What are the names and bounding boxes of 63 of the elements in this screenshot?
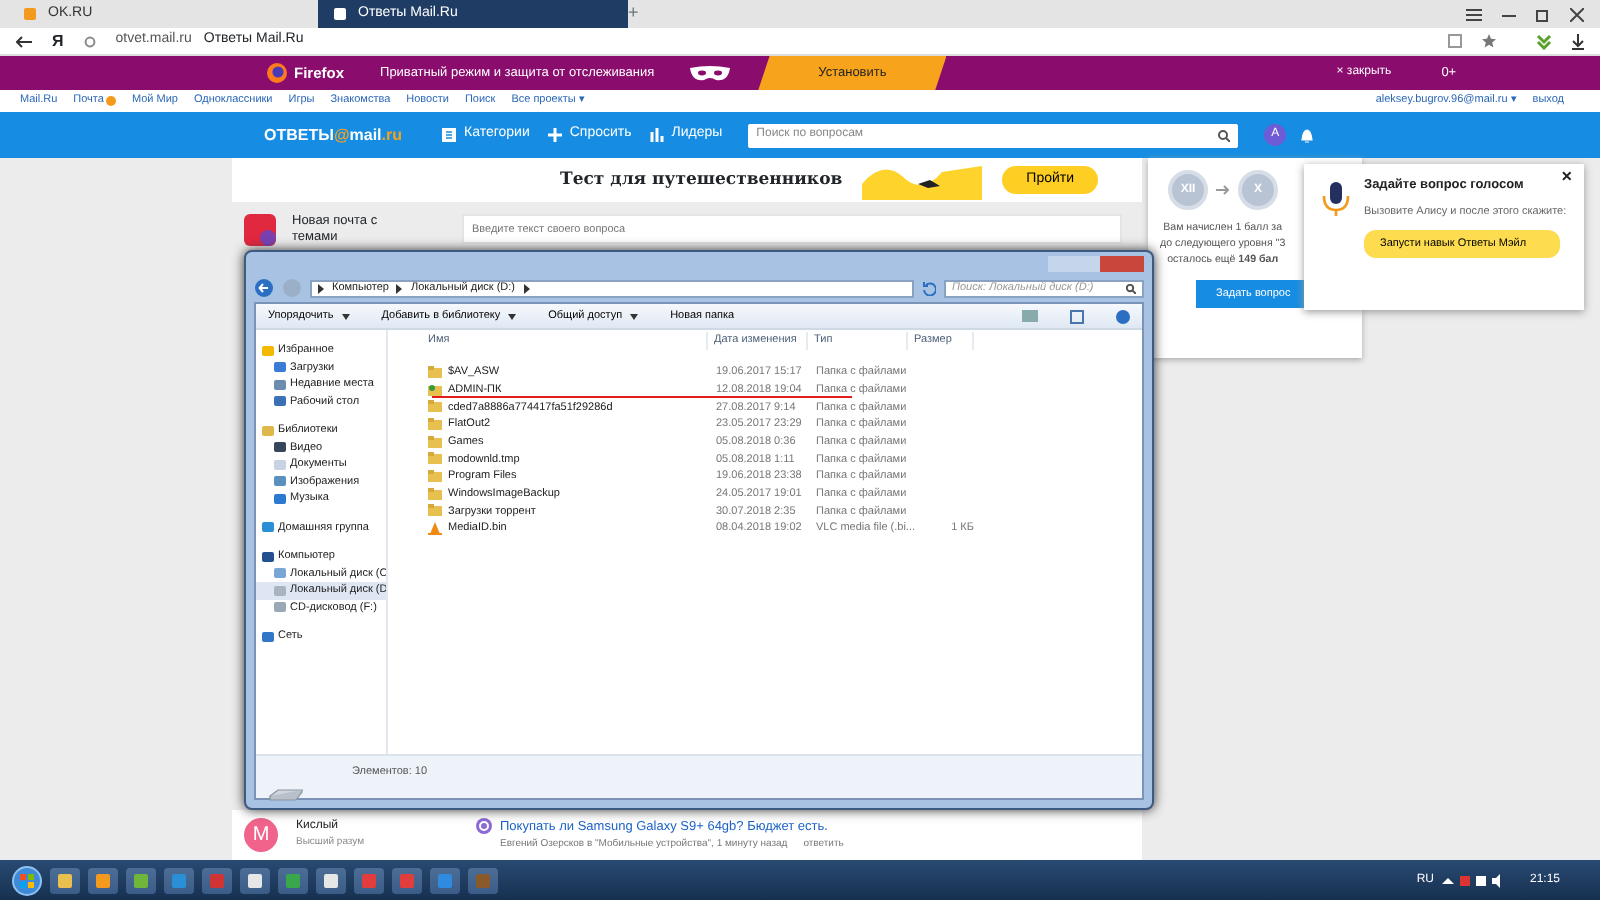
- homegroup-icon: [262, 522, 274, 533]
- reload-icon: [83, 35, 96, 47]
- caret-down-icon: [630, 313, 639, 319]
- new-tab-button[interactable]: +: [628, 0, 639, 28]
- music-icon: [274, 493, 286, 504]
- search-icon: [1126, 283, 1136, 293]
- cd-icon: [274, 602, 286, 613]
- user-folder-icon: [428, 383, 442, 398]
- banner-title: Тест для путешественников: [560, 167, 843, 193]
- caret-down-icon: [508, 313, 517, 319]
- chevron-right-icon[interactable]: [318, 283, 324, 293]
- mail-badge-icon: [105, 96, 116, 106]
- taskbar-app-icon[interactable]: [88, 867, 118, 893]
- star-icon[interactable]: [1482, 34, 1496, 48]
- user-avatar: M: [244, 818, 278, 852]
- site-logo[interactable]: ОТВЕТЫ@mail.ru: [264, 123, 403, 147]
- plus-icon: [547, 128, 562, 142]
- drive-icon: [268, 784, 304, 804]
- back-arrow-icon[interactable]: [16, 35, 32, 47]
- menu-icon: [1466, 7, 1482, 21]
- search-icon: [1218, 129, 1231, 141]
- bell-icon: [1300, 127, 1315, 143]
- chevron-right-icon[interactable]: [396, 283, 403, 293]
- restore-icon: [1536, 7, 1550, 21]
- taskbar-app-icon[interactable]: [240, 867, 270, 893]
- site-icon: [334, 8, 346, 20]
- close-button[interactable]: ×: [1561, 168, 1572, 186]
- network-icon: [262, 631, 274, 642]
- chevron-right-icon[interactable]: [523, 283, 530, 293]
- taskbar-app-icon[interactable]: [278, 867, 308, 893]
- library-icon: [262, 425, 274, 436]
- taskbar-app-icon[interactable]: [50, 867, 80, 893]
- folder-icon: [428, 365, 442, 380]
- download-icon[interactable]: [1536, 33, 1552, 49]
- taskbar-app-icon[interactable]: [316, 867, 346, 893]
- grid-icon: [442, 128, 457, 142]
- traffic-cone-icon: [428, 522, 442, 537]
- document-icon: [274, 459, 286, 470]
- bar-chart-icon: [649, 128, 664, 142]
- recent-icon: [274, 379, 286, 390]
- download-icon: [274, 362, 286, 373]
- site-icon: [24, 8, 36, 20]
- preview-pane-icon[interactable]: [1070, 309, 1084, 323]
- caret-down-icon: [341, 313, 350, 319]
- tray-icons-drawing: [1441, 873, 1502, 887]
- yandex-button[interactable]: Я: [52, 29, 64, 53]
- taskbar-app-icon[interactable]: [126, 867, 156, 893]
- start-button-icon[interactable]: [12, 865, 42, 895]
- close-icon: [1570, 7, 1584, 21]
- microphone-icon: [1322, 180, 1350, 216]
- firefox-logo-icon: [266, 62, 288, 84]
- download-arrow-icon[interactable]: [1572, 33, 1584, 49]
- video-icon: [274, 442, 286, 453]
- arrow-right-icon: [1216, 184, 1230, 196]
- help-icon[interactable]: [1116, 309, 1130, 323]
- computer-icon: [262, 551, 274, 562]
- refresh-icon[interactable]: [922, 281, 936, 295]
- mask-icon: [690, 65, 731, 81]
- topic-icon: [476, 817, 492, 834]
- bookmark-icon[interactable]: [1448, 34, 1462, 48]
- image-icon: [274, 476, 286, 487]
- desktop-icon: [274, 396, 286, 407]
- back-button-icon[interactable]: [254, 278, 274, 298]
